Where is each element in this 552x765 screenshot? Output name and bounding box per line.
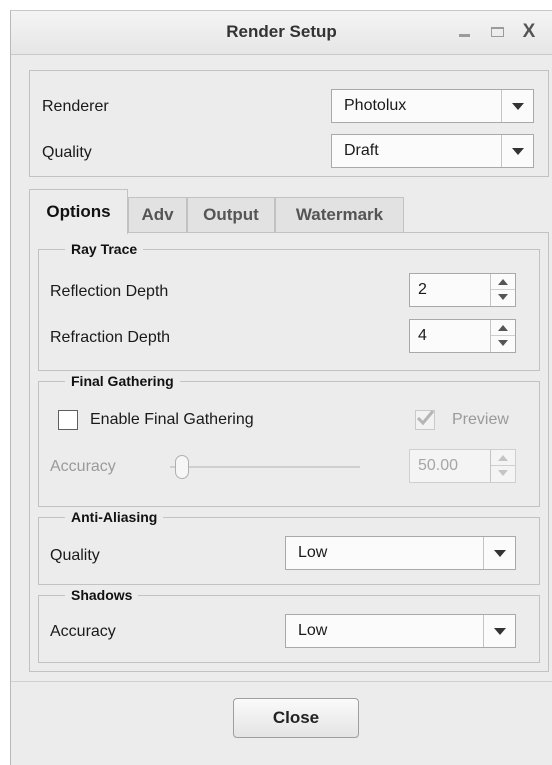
- tab-options[interactable]: Options: [29, 189, 128, 234]
- footer-divider: [11, 681, 552, 682]
- final-gathering-group: Final Gathering: [38, 373, 540, 507]
- accuracy-spinner[interactable]: 50.00: [409, 449, 516, 483]
- shadows-accuracy-label: Accuracy: [50, 623, 116, 640]
- shadows-legend: Shadows: [71, 587, 133, 603]
- preview-checkbox[interactable]: [415, 410, 435, 430]
- tab-output[interactable]: Output: [187, 197, 275, 233]
- spin-up-icon[interactable]: [491, 320, 515, 336]
- ray-trace-legend: Ray Trace: [71, 241, 138, 257]
- maximize-icon[interactable]: [488, 21, 508, 43]
- anti-aliasing-legend: Anti-Aliasing: [71, 509, 158, 525]
- enable-final-gathering-checkbox[interactable]: [58, 410, 78, 430]
- minimize-icon[interactable]: [455, 21, 475, 43]
- renderer-group: Renderer Photolux Quality Draft: [29, 70, 549, 177]
- accuracy-slider-track[interactable]: [170, 466, 360, 468]
- quality-label: Quality: [42, 144, 92, 161]
- aa-quality-label: Quality: [50, 547, 100, 564]
- spin-up-icon[interactable]: [491, 274, 515, 290]
- aa-quality-dropdown[interactable]: Low: [285, 536, 516, 570]
- renderer-label: Renderer: [42, 98, 109, 115]
- renderer-dropdown[interactable]: Photolux: [331, 89, 534, 123]
- close-button[interactable]: Close: [233, 698, 359, 738]
- final-gathering-legend: Final Gathering: [71, 373, 174, 389]
- spin-down-icon[interactable]: [491, 290, 515, 306]
- options-panel: Ray Trace Reflection Depth 2 Refraction …: [29, 232, 549, 672]
- refraction-depth-spinner[interactable]: 4: [409, 319, 516, 353]
- shadows-accuracy-value: Low: [298, 622, 328, 639]
- refraction-depth-value: 4: [418, 327, 427, 344]
- quality-value: Draft: [344, 142, 379, 159]
- spin-up-icon[interactable]: [491, 450, 515, 466]
- preview-label: Preview: [452, 411, 509, 428]
- tab-watermark[interactable]: Watermark: [275, 197, 404, 233]
- reflection-depth-label: Reflection Depth: [50, 283, 169, 300]
- accuracy-label: Accuracy: [50, 458, 116, 475]
- close-icon[interactable]: X: [519, 21, 539, 43]
- tab-adv[interactable]: Adv: [128, 197, 187, 233]
- chevron-down-icon[interactable]: [483, 537, 515, 569]
- reflection-depth-spinner[interactable]: 2: [409, 273, 516, 307]
- accuracy-slider-thumb[interactable]: [175, 455, 189, 479]
- quality-dropdown[interactable]: Draft: [331, 134, 534, 168]
- title-bar[interactable]: Render Setup X: [11, 11, 552, 55]
- chevron-down-icon[interactable]: [501, 90, 533, 122]
- aa-quality-value: Low: [298, 544, 328, 561]
- spin-down-icon[interactable]: [491, 336, 515, 352]
- refraction-depth-label: Refraction Depth: [50, 329, 171, 346]
- renderer-value: Photolux: [344, 97, 407, 114]
- enable-final-gathering-label[interactable]: Enable Final Gathering: [90, 411, 254, 429]
- render-setup-window: Render Setup X Renderer Photolux Quality…: [10, 10, 552, 765]
- chevron-down-icon[interactable]: [483, 615, 515, 647]
- chevron-down-icon[interactable]: [501, 135, 533, 167]
- spin-down-icon[interactable]: [491, 466, 515, 482]
- checkmark-icon: [416, 410, 435, 426]
- accuracy-value: 50.00: [418, 457, 459, 474]
- shadows-accuracy-dropdown[interactable]: Low: [285, 614, 516, 648]
- reflection-depth-value: 2: [418, 281, 427, 298]
